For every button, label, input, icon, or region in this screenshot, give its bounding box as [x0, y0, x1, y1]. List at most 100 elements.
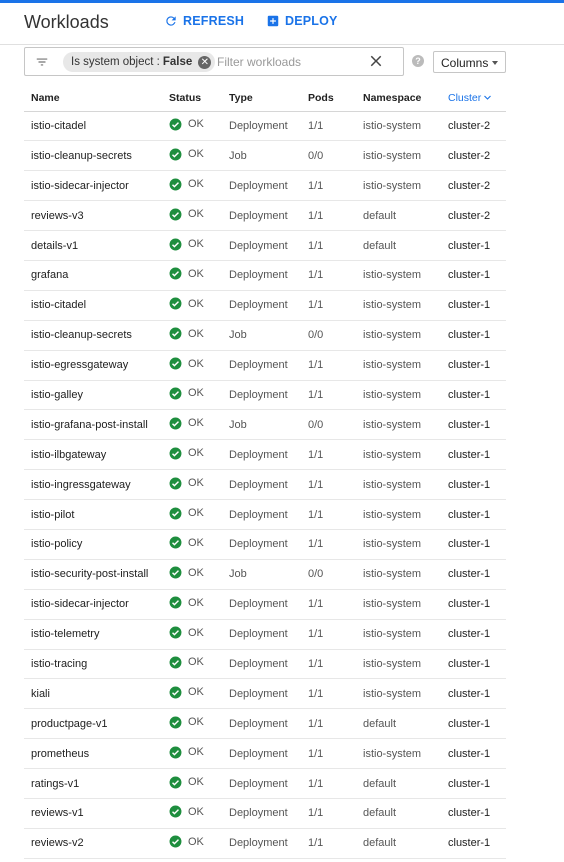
workload-name-cell[interactable]: reviews-v1 [24, 798, 169, 829]
table-row[interactable]: istio-sidecar-injector OK Deployment 1/1 ist… [24, 589, 506, 620]
status-badge: OK [169, 417, 204, 430]
table-row[interactable]: prometheus OK Deployment 1/1 istio-system clu… [24, 738, 506, 770]
status-text: OK [188, 596, 204, 609]
caret-down-icon [492, 61, 498, 65]
type-cell: Deployment [229, 738, 308, 770]
status-cell: OK [169, 140, 229, 172]
workload-name-cell[interactable]: reviews-v3 [24, 200, 169, 232]
type-cell: Job [229, 559, 308, 590]
check-circle-icon [169, 387, 182, 400]
table-row[interactable]: istio-sidecar-injector OK Deployment 1/1 ist… [24, 170, 506, 202]
column-header-cluster[interactable]: Cluster [448, 85, 506, 112]
workload-name-cell[interactable]: istio-grafana-post-install [24, 409, 169, 441]
status-badge: OK [169, 507, 204, 520]
table-row[interactable]: reviews-v3 OK Deployment 1/1 default cluster-… [24, 200, 506, 232]
table-row[interactable]: details-v1 OK Deployment 1/1 default cluster-… [24, 230, 506, 261]
workload-name-cell[interactable]: istio-ilbgateway [24, 439, 169, 471]
namespace-cell: istio-system [363, 619, 448, 650]
column-header-pods[interactable]: Pods [308, 85, 363, 112]
column-header-namespace[interactable]: Namespace [363, 85, 448, 112]
table-row[interactable]: istio-grafana-post-install OK Job 0/0 istio-… [24, 409, 506, 441]
workload-name-cell[interactable]: istio-security-post-install [24, 559, 169, 590]
refresh-button[interactable]: REFRESH [164, 14, 244, 28]
help-icon[interactable]: ? [412, 55, 424, 67]
workload-name-cell[interactable]: istio-tracing [24, 649, 169, 680]
table-row[interactable]: istio-tracing OK Deployment 1/1 istio-system… [24, 649, 506, 680]
cluster-cell: cluster-1 [448, 350, 506, 381]
workload-name-cell[interactable]: istio-cleanup-secrets [24, 320, 169, 351]
type-cell: Deployment [229, 380, 308, 411]
status-text: OK [188, 387, 204, 400]
columns-dropdown[interactable]: Columns [433, 51, 506, 73]
check-circle-icon [169, 746, 182, 759]
chip-remove-icon[interactable]: ✕ [198, 55, 212, 69]
page-title: Workloads [24, 12, 109, 32]
workload-name-cell[interactable]: prometheus [24, 738, 169, 770]
workload-name-cell[interactable]: istio-citadel [24, 290, 169, 321]
workload-name-cell[interactable]: istio-galley [24, 380, 169, 411]
workload-name-cell[interactable]: istio-citadel [24, 111, 169, 142]
type-cell: Deployment [229, 649, 308, 680]
table-row[interactable]: reviews-v2 OK Deployment 1/1 default cluster-… [24, 828, 506, 859]
table-row[interactable]: productpage-v1 OK Deployment 1/1 default clus… [24, 708, 506, 740]
table-row[interactable]: grafana OK Deployment 1/1 istio-system cluste… [24, 260, 506, 291]
table-row[interactable]: istio-galley OK Deployment 1/1 istio-system c… [24, 380, 506, 411]
check-circle-icon [169, 178, 182, 191]
deploy-button[interactable]: DEPLOY [266, 14, 338, 28]
status-badge: OK [169, 805, 204, 818]
workload-name-cell[interactable]: reviews-v2 [24, 828, 169, 859]
workload-name-cell[interactable]: istio-pilot [24, 499, 169, 530]
status-badge: OK [169, 208, 204, 221]
status-text: OK [188, 447, 204, 460]
workload-name-cell[interactable]: istio-cleanup-secrets [24, 140, 169, 172]
status-text: OK [188, 297, 204, 310]
table-row[interactable]: istio-egressgateway OK Deployment 1/1 istio-… [24, 350, 506, 381]
table-row[interactable]: istio-cleanup-secrets OK Job 0/0 istio-syste… [24, 320, 506, 351]
check-circle-icon [169, 297, 182, 310]
table-row[interactable]: istio-citadel OK Deployment 1/1 istio-system… [24, 290, 506, 321]
table-row[interactable]: istio-security-post-install OK Job 0/0 istio… [24, 559, 506, 590]
workload-name-cell[interactable]: istio-ingressgateway [24, 469, 169, 501]
workload-name-cell[interactable]: details-v1 [24, 230, 169, 261]
check-circle-icon [169, 536, 182, 549]
pods-cell: 1/1 [308, 469, 363, 501]
filter-input[interactable] [217, 53, 357, 71]
cluster-cell: cluster-2 [448, 200, 506, 232]
workload-name-cell[interactable]: istio-egressgateway [24, 350, 169, 381]
workload-name-cell[interactable]: istio-policy [24, 529, 169, 560]
workload-name-cell[interactable]: productpage-v1 [24, 708, 169, 740]
filter-list-icon[interactable] [35, 55, 49, 69]
clear-filter-icon[interactable] [367, 52, 385, 70]
table-row[interactable]: istio-policy OK Deployment 1/1 istio-system c… [24, 529, 506, 560]
cluster-cell: cluster-1 [448, 260, 506, 291]
table-row[interactable]: ratings-v1 OK Deployment 1/1 default cluster-… [24, 768, 506, 799]
table-row[interactable]: istio-cleanup-secrets OK Job 0/0 istio-syste… [24, 140, 506, 172]
table-row[interactable]: istio-ilbgateway OK Deployment 1/1 istio-sys… [24, 439, 506, 471]
workload-name-cell[interactable]: grafana [24, 260, 169, 291]
cluster-cell: cluster-1 [448, 529, 506, 560]
table-row[interactable]: kiali OK Deployment 1/1 istio-system cluster-… [24, 678, 506, 710]
cluster-sort-header[interactable]: Cluster [448, 92, 492, 104]
type-cell: Deployment [229, 828, 308, 859]
filter-bar: Is system object : False ✕ [24, 47, 404, 76]
status-text: OK [188, 477, 204, 490]
table-row[interactable]: istio-ingressgateway OK Deployment 1/1 istio… [24, 469, 506, 501]
workload-name-cell[interactable]: istio-sidecar-injector [24, 589, 169, 620]
table-row[interactable]: istio-telemetry OK Deployment 1/1 istio-syst… [24, 619, 506, 650]
table-row[interactable]: istio-citadel OK Deployment 1/1 istio-system… [24, 111, 506, 142]
check-circle-icon [169, 596, 182, 609]
workload-name-cell[interactable]: istio-telemetry [24, 619, 169, 650]
check-circle-icon [169, 417, 182, 430]
table-row[interactable]: reviews-v1 OK Deployment 1/1 default cluster-… [24, 798, 506, 829]
workloads-table: Name Status Type Pods Namespace Cluster … [24, 85, 506, 859]
workload-name-cell[interactable]: ratings-v1 [24, 768, 169, 799]
cluster-cell: cluster-1 [448, 230, 506, 261]
workload-name-cell[interactable]: kiali [24, 678, 169, 710]
column-header-name[interactable]: Name [24, 85, 169, 112]
filter-chip[interactable]: Is system object : False ✕ [63, 52, 216, 72]
filter-chip-value: False [162, 56, 193, 68]
workload-name-cell[interactable]: istio-sidecar-injector [24, 170, 169, 202]
column-header-type[interactable]: Type [229, 85, 308, 112]
column-header-status[interactable]: Status [169, 85, 229, 112]
table-row[interactable]: istio-pilot OK Deployment 1/1 istio-system cl… [24, 499, 506, 530]
